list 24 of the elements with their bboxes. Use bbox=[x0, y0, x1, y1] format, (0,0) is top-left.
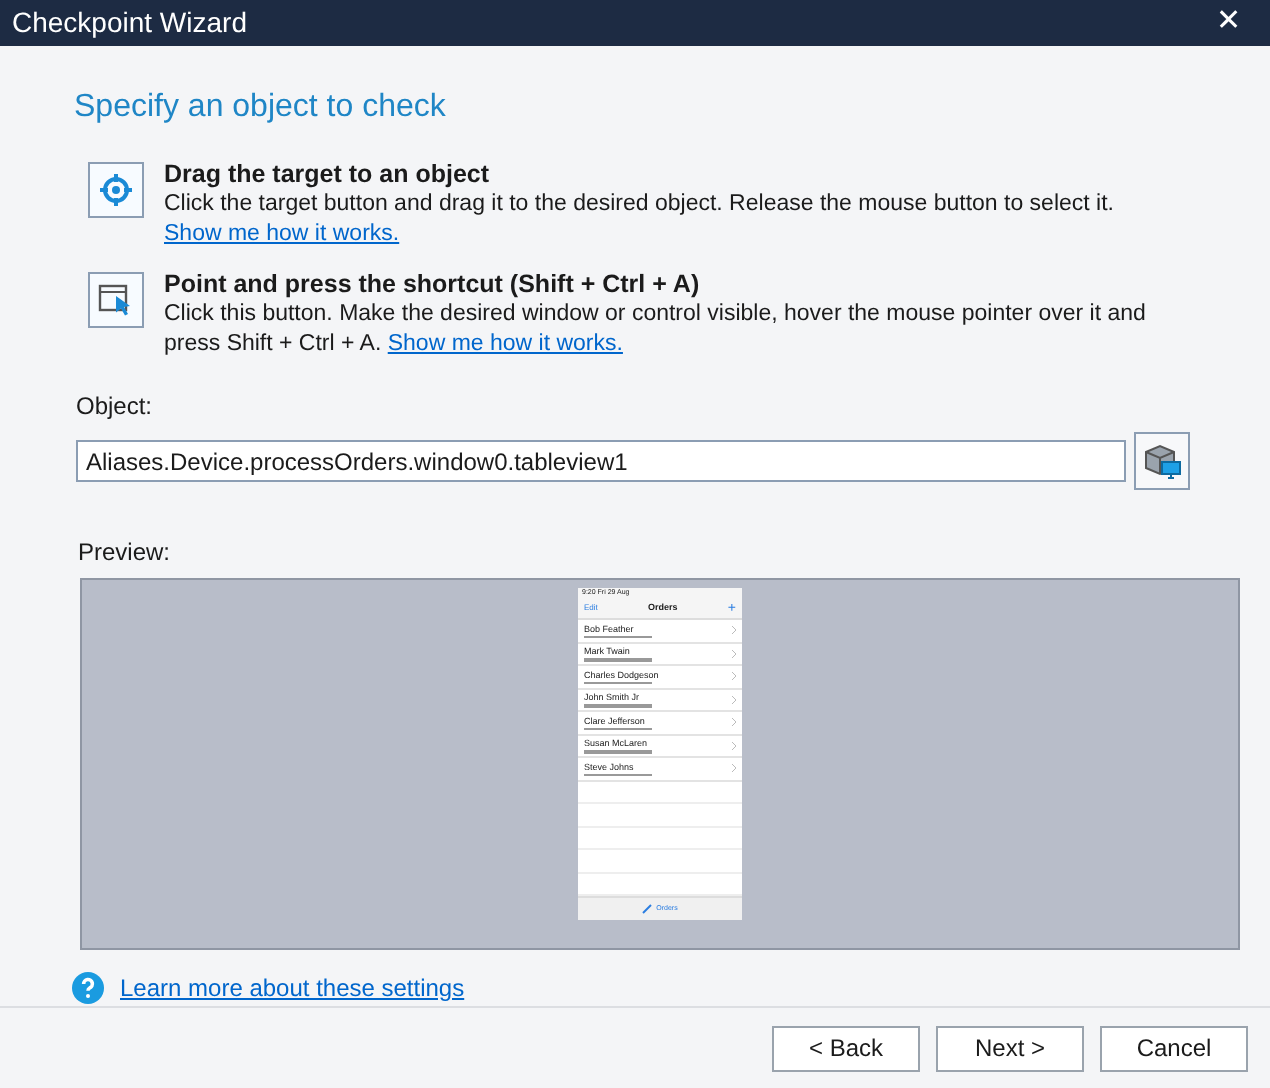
wizard-button[interactable]: < Back bbox=[772, 1025, 920, 1071]
help-link[interactable]: Show me how it works. bbox=[387, 332, 623, 356]
wizard-button[interactable]: Cancel bbox=[1100, 1025, 1248, 1071]
window-pointer-icon bbox=[98, 282, 134, 318]
option-title: Point and press the shortcut (Shift + Ctrl + A) bbox=[164, 270, 702, 300]
page-heading: Specify an object to check bbox=[74, 88, 448, 128]
learn-more-link[interactable]: Learn more about these settings bbox=[120, 970, 465, 1006]
object-field[interactable]: Aliases.Device.processOrders.window0.tableview1 bbox=[76, 440, 1126, 482]
pointer-button[interactable] bbox=[88, 272, 144, 328]
option-description: Click this button. Make the desired window or control visible, hover the mouse pointer over it and press Shift + Ctrl + A. Show me how it works. bbox=[164, 300, 1148, 360]
object-browser-button[interactable] bbox=[1133, 432, 1190, 490]
preview-label: Preview: bbox=[78, 536, 173, 570]
option-title: Drag the target to an object bbox=[164, 160, 492, 190]
crosshair-icon bbox=[100, 174, 132, 206]
wizard-button[interactable]: Next > bbox=[936, 1025, 1084, 1071]
target-button[interactable] bbox=[88, 162, 144, 218]
help-link[interactable]: Show me how it works. bbox=[164, 222, 400, 246]
cube-monitor-icon bbox=[1141, 441, 1182, 481]
object-label: Object: bbox=[76, 390, 155, 424]
option-description: Click the target button and drag it to the desired object. Release the mouse button to select it. Show me how it works. bbox=[164, 190, 1116, 250]
help-icon bbox=[72, 972, 104, 1004]
close-button[interactable]: ✕ bbox=[1216, 0, 1242, 46]
pencil-icon bbox=[642, 904, 653, 914]
window-title: Checkpoint Wizard bbox=[12, 4, 247, 42]
